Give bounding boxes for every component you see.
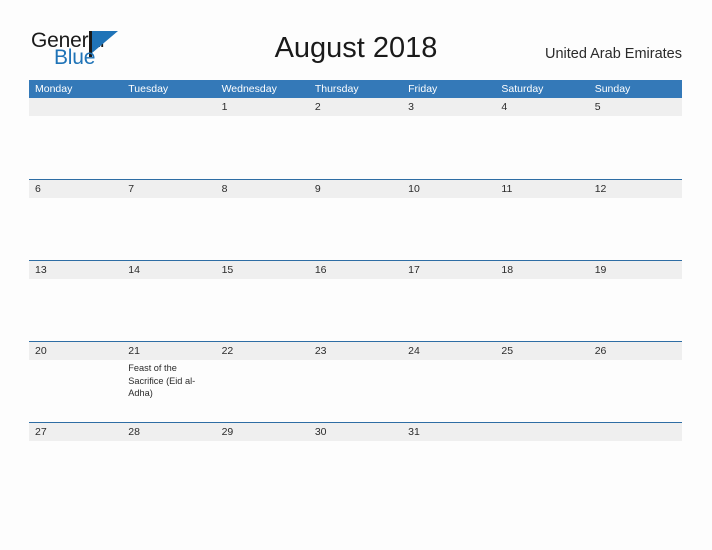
day-number: 22 (221, 345, 234, 357)
day-number: 24 (408, 345, 420, 357)
day-number: 3 (408, 101, 414, 113)
calendar-day-cell[interactable]: 1 (216, 98, 309, 179)
day-number: 28 (128, 426, 140, 438)
calendar-day-cell[interactable]: 7 (122, 180, 215, 260)
calendar-day-cell[interactable]: 18 (495, 261, 588, 341)
week-cells: 6 7 8 9 10 11 12 (29, 180, 682, 260)
calendar-day-cell[interactable]: 31 (402, 423, 495, 448)
calendar-page: General Blue August 2018 United Arab Emi… (0, 0, 712, 550)
calendar-day-cell[interactable]: 8 (216, 180, 309, 260)
calendar-day-cell[interactable]: 30 (309, 423, 402, 448)
day-number: 25 (501, 345, 514, 357)
day-number: 26 (594, 345, 607, 357)
day-number: 17 (408, 264, 420, 276)
day-number: 15 (221, 264, 234, 276)
day-number: 30 (314, 426, 327, 438)
week-cells: 20 21 Feast of the Sacrifice (Eid al-Adha)… (29, 342, 682, 422)
day-number: 13 (35, 264, 47, 276)
calendar-day-cell-empty (29, 98, 122, 179)
calendar-day-cell[interactable]: 27 (29, 423, 122, 448)
day-number: 18 (501, 264, 514, 276)
calendar-day-cell[interactable]: 16 (309, 261, 402, 341)
day-number: 1 (221, 101, 228, 113)
calendar-day-cell[interactable]: 4 (495, 98, 588, 179)
calendar-day-cell[interactable]: 14 (122, 261, 215, 341)
day-number: 27 (35, 426, 47, 438)
week-cells: 1 2 3 4 5 (29, 98, 682, 179)
day-number: 10 (408, 183, 420, 195)
day-number: 19 (594, 264, 607, 276)
weekday-header-friday: Friday (408, 83, 438, 95)
calendar-day-cell[interactable]: 24 (402, 342, 495, 422)
day-number: 14 (128, 264, 140, 276)
calendar-day-cell-empty (589, 423, 682, 448)
day-number: 20 (35, 345, 47, 357)
calendar-week-row: 20 21 Feast of the Sacrifice (Eid al-Adha)… (29, 341, 682, 422)
calendar-weeks: 1 2 3 4 5 6 7 8 9 10 11 12 13 14 15 16 17 18 19 20 21 Feast o… (29, 98, 682, 448)
day-number: 23 (314, 345, 327, 357)
calendar-day-cell[interactable]: 23 (309, 342, 402, 422)
calendar-grid: Monday Tuesday Wednesday Thursday Friday… (29, 80, 682, 448)
calendar-week-row: 13 14 15 16 17 18 19 (29, 260, 682, 341)
weekday-header-saturday: Saturday (501, 83, 544, 95)
calendar-day-cell[interactable]: 20 (29, 342, 122, 422)
day-number: 7 (128, 183, 135, 195)
country-label: United Arab Emirates (544, 46, 682, 62)
calendar-day-cell[interactable]: 6 (29, 180, 122, 260)
calendar-day-cell[interactable]: 26 (589, 342, 682, 422)
page-header: General Blue August 2018 United Arab Emi… (0, 0, 712, 78)
day-number: 4 (501, 101, 508, 113)
day-number: 8 (221, 183, 228, 195)
calendar-week-row: 6 7 8 9 10 11 12 (29, 179, 682, 260)
calendar-day-cell[interactable]: 15 (216, 261, 309, 341)
day-number: 11 (501, 183, 513, 195)
weekday-header-row: Monday Tuesday Wednesday Thursday Friday… (29, 80, 682, 98)
calendar-day-cell[interactable]: 22 (216, 342, 309, 422)
calendar-day-cell[interactable]: 25 (495, 342, 588, 422)
calendar-day-cell[interactable]: 28 (122, 423, 215, 448)
calendar-day-cell[interactable]: 29 (216, 423, 309, 448)
calendar-week-row: 1 2 3 4 5 (29, 98, 682, 179)
calendar-day-cell[interactable]: 11 (495, 180, 588, 260)
calendar-day-cell[interactable]: 12 (589, 180, 682, 260)
week-cells: 27 28 29 30 31 (29, 423, 682, 448)
week-cells: 13 14 15 16 17 18 19 (29, 261, 682, 341)
calendar-day-cell[interactable]: 19 (589, 261, 682, 341)
day-number: 5 (594, 101, 601, 113)
day-number: 9 (314, 183, 321, 195)
weekday-header-sunday: Sunday (594, 83, 631, 95)
weekday-header-thursday: Thursday (314, 83, 359, 95)
calendar-day-cell[interactable]: 3 (402, 98, 495, 179)
weekday-header-monday: Monday (35, 83, 73, 95)
day-number: 31 (408, 426, 420, 438)
calendar-day-cell[interactable]: 13 (29, 261, 122, 341)
day-number: 21 (128, 345, 140, 357)
day-number: 2 (314, 101, 321, 113)
calendar-day-cell-empty (122, 98, 215, 179)
calendar-day-cell-empty (495, 423, 588, 448)
calendar-day-cell[interactable]: 21 Feast of the Sacrifice (Eid al-Adha) (122, 342, 215, 422)
calendar-day-cell[interactable]: 5 (589, 98, 682, 179)
calendar-day-cell[interactable]: 17 (402, 261, 495, 341)
calendar-week-row: 27 28 29 30 31 (29, 422, 682, 448)
calendar-day-cell[interactable]: 10 (402, 180, 495, 260)
calendar-day-cell[interactable]: 9 (309, 180, 402, 260)
holiday-label: Feast of the Sacrifice (Eid al-Adha) (128, 363, 196, 398)
day-number: 6 (35, 183, 41, 195)
weekday-header-tuesday: Tuesday (128, 83, 169, 95)
day-number: 12 (594, 183, 607, 195)
calendar-day-cell[interactable]: 2 (309, 98, 402, 179)
day-number: 29 (221, 426, 234, 438)
weekday-header-wednesday: Wednesday (221, 83, 277, 95)
day-number: 16 (314, 264, 327, 276)
